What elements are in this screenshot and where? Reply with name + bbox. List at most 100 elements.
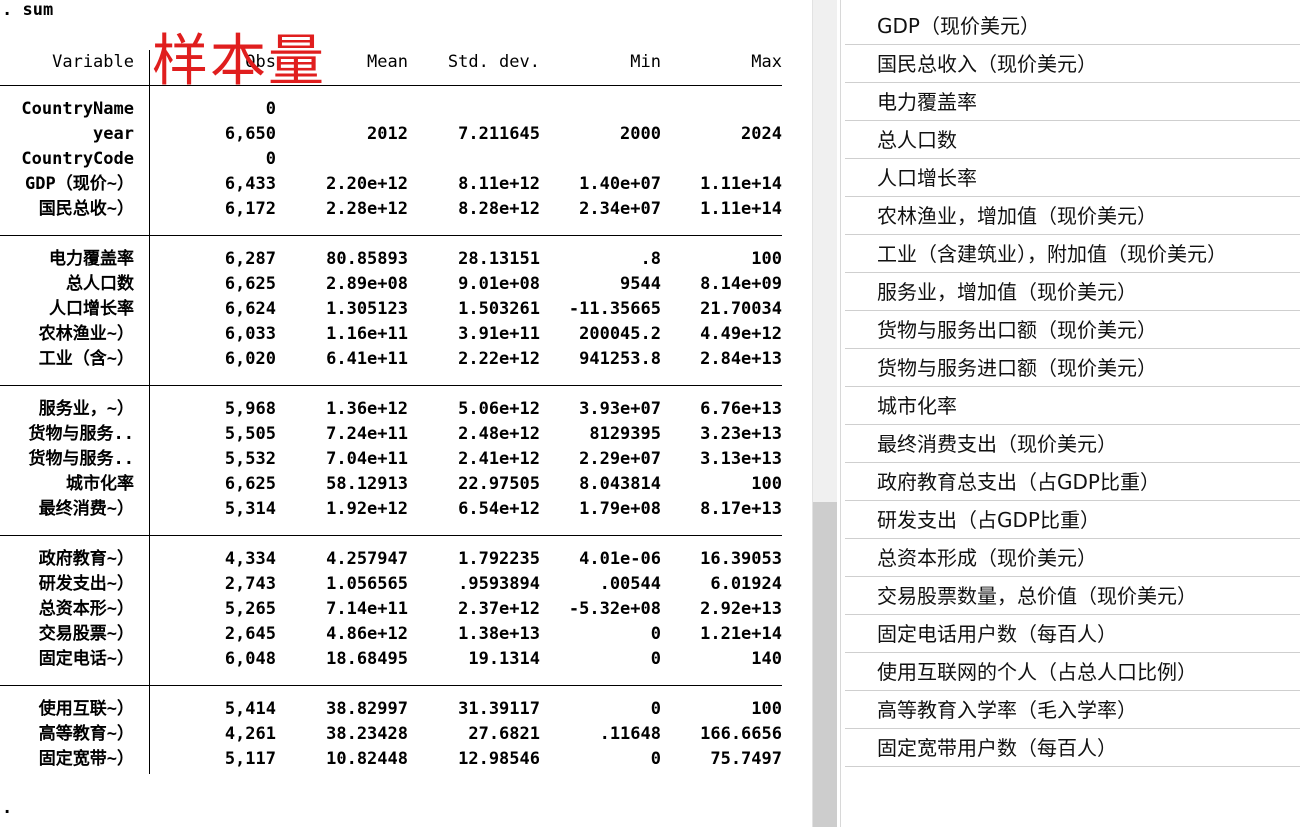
variable-list-item[interactable]: GDP（现价美元） <box>845 8 1300 45</box>
variable-list-item[interactable]: 城市化率 <box>845 388 1300 425</box>
row-std-dev: 1.792235 <box>458 549 540 569</box>
variable-list-item[interactable]: 总人口数 <box>845 122 1300 159</box>
variable-list-item[interactable]: 研发支出（占GDP比重） <box>845 502 1300 539</box>
row-std-dev: 2.48e+12 <box>458 424 540 444</box>
row-obs: 5,505 <box>224 424 276 444</box>
table-row: 总资本形~） 5,265 7.14e+11 2.37e+12 -5.32e+08 2.92… <box>0 597 790 622</box>
row-variable-name: 交易股票~） <box>38 624 134 644</box>
table-row: 货物与服务.. 5,505 7.24e+11 2.48e+12 8129395 3.23e… <box>0 422 790 447</box>
row-max: 6.01924 <box>710 574 782 594</box>
variable-list-item[interactable]: 货物与服务出口额（现价美元） <box>845 312 1300 349</box>
table-row: 城市化率 6,625 58.12913 22.97505 8.043814 100 <box>0 472 790 497</box>
row-std-dev: 9.01e+08 <box>458 274 540 294</box>
row-obs: 4,261 <box>224 724 276 744</box>
row-min: 200045.2 <box>579 324 661 344</box>
row-max: 2.84e+13 <box>700 349 782 369</box>
row-obs: 6,624 <box>224 299 276 319</box>
row-max: 3.23e+13 <box>700 424 782 444</box>
table-row: 货物与服务.. 5,532 7.04e+11 2.41e+12 2.29e+07 3.13… <box>0 447 790 472</box>
row-variable-name: 城市化率 <box>66 474 134 494</box>
command-prompt[interactable]: . <box>2 798 12 818</box>
row-obs: 6,172 <box>224 199 276 219</box>
row-std-dev: 8.28e+12 <box>458 199 540 219</box>
table-row: year 6,650 2012 7.211645 2000 2024 <box>0 122 790 147</box>
variable-list-item[interactable]: 电力覆盖率 <box>845 84 1300 121</box>
row-variable-name: 农林渔业~） <box>38 324 134 344</box>
row-max: 100 <box>751 249 782 269</box>
row-std-dev: 28.13151 <box>458 249 540 269</box>
row-mean: 58.12913 <box>326 474 408 494</box>
row-variable-name: 人口增长率 <box>49 299 134 319</box>
table-header: Variable Obs Mean Std. dev. Min Max <box>0 50 790 74</box>
variable-list-item[interactable]: 固定宽带用户数（每百人） <box>845 730 1300 767</box>
row-max: 100 <box>751 474 782 494</box>
row-std-dev: 5.06e+12 <box>458 399 540 419</box>
row-variable-name: 货物与服务.. <box>28 449 134 469</box>
group-divider <box>0 685 782 686</box>
variable-list-item[interactable]: 固定电话用户数（每百人） <box>845 616 1300 653</box>
row-obs: 6,650 <box>224 124 276 144</box>
row-min: 1.40e+07 <box>579 174 661 194</box>
row-obs: 5,117 <box>224 749 276 769</box>
table-row: 研发支出~） 2,743 1.056565 .9593894 .00544 6.01924 <box>0 572 790 597</box>
row-max: 1.21e+14 <box>700 624 782 644</box>
row-variable-name: 国民总收~） <box>38 199 134 219</box>
row-mean: 2.28e+12 <box>326 199 408 219</box>
group-divider <box>0 535 782 536</box>
row-mean: 7.24e+11 <box>326 424 408 444</box>
row-min: 2.34e+07 <box>579 199 661 219</box>
row-min: 941253.8 <box>579 349 661 369</box>
row-obs: 6,287 <box>224 249 276 269</box>
table-row: 固定电话~） 6,048 18.68495 19.1314 0 140 <box>0 647 790 672</box>
row-std-dev: 7.211645 <box>458 124 540 144</box>
row-min: 8129395 <box>589 424 661 444</box>
variable-list-item[interactable]: 人口增长率 <box>845 160 1300 197</box>
variable-list-item[interactable]: 工业（含建筑业），附加值（现价美元） <box>845 236 1300 273</box>
row-obs: 6,048 <box>224 649 276 669</box>
variable-list-item[interactable]: 最终消费支出（现价美元） <box>845 426 1300 463</box>
variable-list-item[interactable]: 货物与服务进口额（现价美元） <box>845 350 1300 387</box>
scrollbar-thumb[interactable] <box>813 502 837 827</box>
row-variable-name: 最终消费~） <box>38 499 134 519</box>
row-min: 2.29e+07 <box>579 449 661 469</box>
row-obs: 0 <box>265 99 276 119</box>
row-variable-name: 固定电话~） <box>38 649 134 669</box>
row-std-dev: 1.38e+13 <box>458 624 540 644</box>
row-min: 0 <box>650 699 661 719</box>
row-std-dev: 19.1314 <box>468 649 540 669</box>
row-max: 6.76e+13 <box>700 399 782 419</box>
row-std-dev: 2.37e+12 <box>458 599 540 619</box>
variable-list-item[interactable]: 服务业，增加值（现价美元） <box>845 274 1300 311</box>
row-min: 1.79e+08 <box>579 499 661 519</box>
row-max: 2024 <box>741 124 782 144</box>
table-row: 农林渔业~） 6,033 1.16e+11 3.91e+11 200045.2 4.49e… <box>0 322 790 347</box>
header-max: Max <box>751 52 782 72</box>
variable-list-item[interactable]: 国民总收入（现价美元） <box>845 46 1300 83</box>
row-mean: 18.68495 <box>326 649 408 669</box>
row-mean: 7.14e+11 <box>326 599 408 619</box>
row-std-dev: 2.41e+12 <box>458 449 540 469</box>
row-obs: 5,414 <box>224 699 276 719</box>
row-variable-name: year <box>93 124 134 144</box>
table-row: 人口增长率 6,624 1.305123 1.503261 -11.35665 21.70… <box>0 297 790 322</box>
vertical-scrollbar[interactable] <box>812 0 837 827</box>
row-min: 4.01e-06 <box>579 549 661 569</box>
variable-list-item[interactable]: 政府教育总支出（占GDP比重） <box>845 464 1300 501</box>
row-variable-name: CountryName <box>21 99 134 119</box>
row-obs: 6,033 <box>224 324 276 344</box>
row-variable-name: 总资本形~） <box>38 599 134 619</box>
table-row: 使用互联~） 5,414 38.82997 31.39117 0 100 <box>0 697 790 722</box>
variable-list-item[interactable]: 农林渔业，增加值（现价美元） <box>845 198 1300 235</box>
row-mean: 1.056565 <box>326 574 408 594</box>
variable-list-item[interactable]: 交易股票数量，总价值（现价美元） <box>845 578 1300 615</box>
row-mean: 1.305123 <box>326 299 408 319</box>
variable-list-item[interactable]: 高等教育入学率（毛入学率） <box>845 692 1300 729</box>
variable-list-item[interactable]: 总资本形成（现价美元） <box>845 540 1300 577</box>
table-row: 国民总收~） 6,172 2.28e+12 8.28e+12 2.34e+07 1.11e… <box>0 197 790 222</box>
variable-list-item[interactable]: 使用互联网的个人（占总人口比例） <box>845 654 1300 691</box>
row-variable-name: CountryCode <box>21 149 134 169</box>
table-row: 最终消费~） 5,314 1.92e+12 6.54e+12 1.79e+08 8.17e… <box>0 497 790 522</box>
group-divider <box>0 235 782 236</box>
row-mean: 7.04e+11 <box>326 449 408 469</box>
row-mean: 2.20e+12 <box>326 174 408 194</box>
